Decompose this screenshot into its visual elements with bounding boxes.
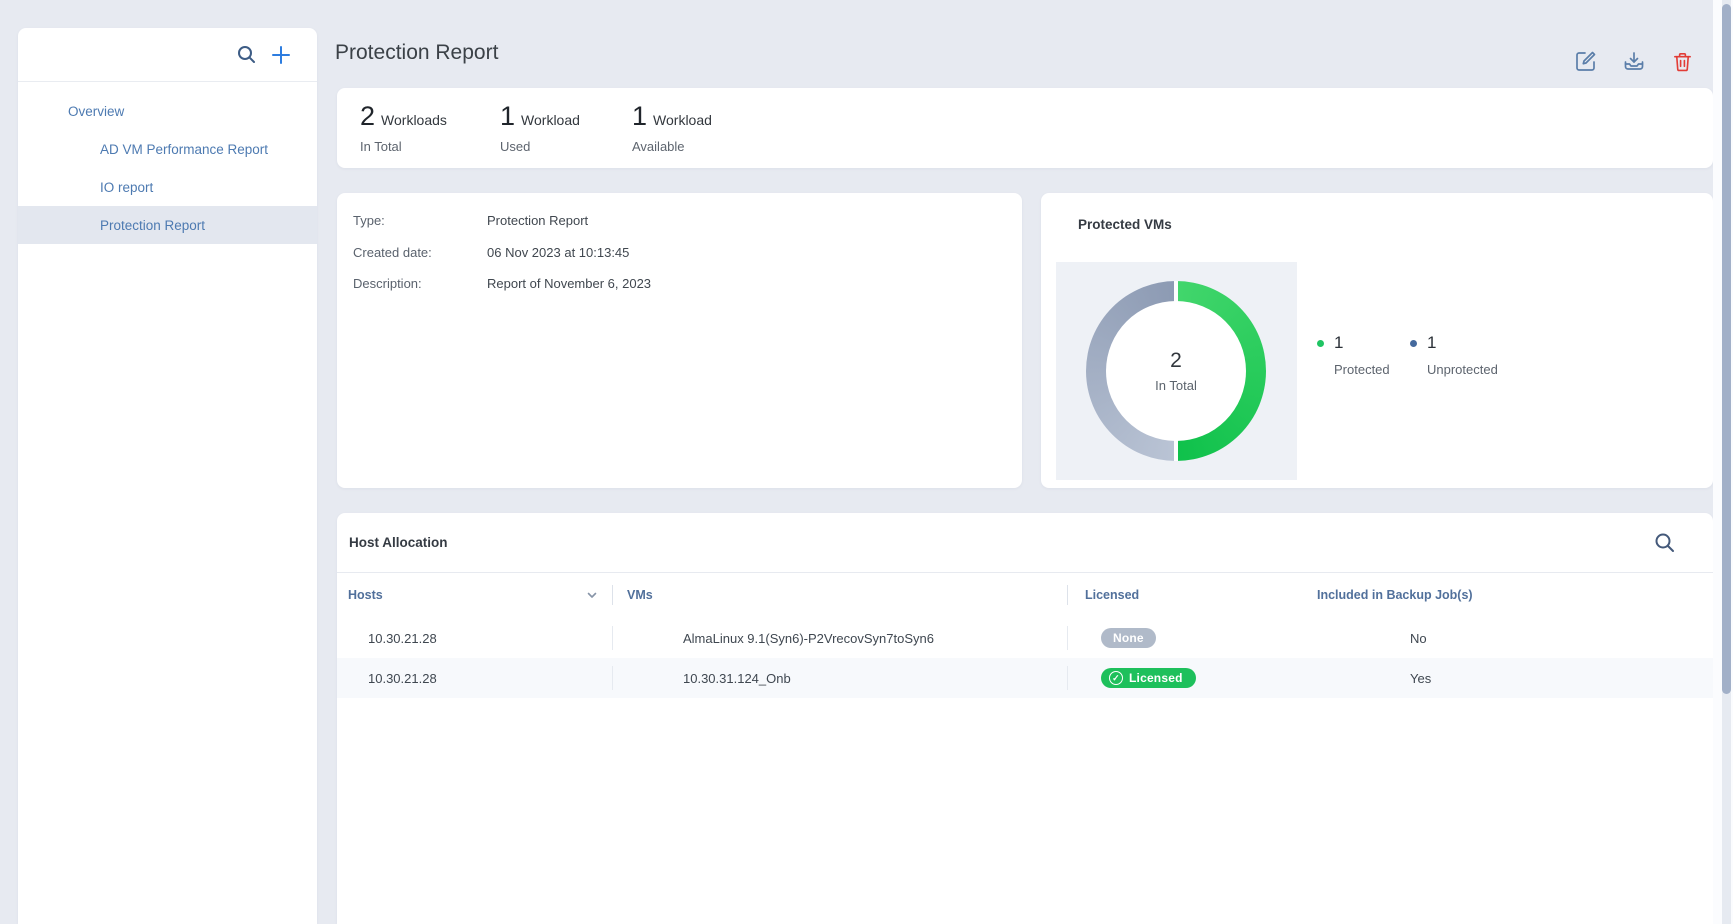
- report-details-card: Type: Protection Report Created date: 06…: [337, 193, 1022, 488]
- detail-value: Protection Report: [487, 213, 588, 228]
- legend-label: Unprotected: [1410, 362, 1498, 377]
- download-icon: [1623, 50, 1645, 72]
- table-row[interactable]: 10.30.21.28 AlmaLinux 9.1(Syn6)-P2Vrecov…: [337, 618, 1713, 658]
- cell-vm: AlmaLinux 9.1(Syn6)-P2VrecovSyn7toSyn6: [612, 618, 1067, 658]
- plus-icon[interactable]: [271, 45, 291, 65]
- stat-in-total: 2 Workloads In Total: [360, 101, 447, 154]
- sidebar-toolbar: [18, 28, 317, 82]
- scrollbar-thumb[interactable]: [1722, 4, 1731, 694]
- column-header-vms: VMs: [612, 572, 1067, 618]
- legend-dot-protected: [1317, 340, 1324, 347]
- protected-vms-donut-chart: 2 In Total: [1086, 281, 1266, 461]
- legend-value: 1: [1334, 333, 1343, 353]
- column-header-hosts[interactable]: Hosts: [337, 572, 612, 618]
- detail-row-created-date: Created date: 06 Nov 2023 at 10:13:45: [353, 245, 629, 260]
- cell-host: 10.30.21.28: [337, 658, 612, 698]
- header-actions: [1574, 49, 1694, 73]
- check-circle-icon: ✓: [1109, 671, 1123, 685]
- table-header: Hosts VMs Licensed Included in Backup Jo…: [337, 572, 1713, 618]
- legend-dot-unprotected: [1410, 340, 1417, 347]
- donut-chart-panel: 2 In Total: [1056, 262, 1297, 480]
- workload-summary-card: 2 Workloads In Total 1 Workload Used 1 W…: [337, 88, 1713, 168]
- stat-value: 1: [500, 101, 515, 132]
- table-search-button[interactable]: [1654, 532, 1675, 556]
- license-badge-none: None: [1101, 628, 1156, 648]
- legend-label: Protected: [1317, 362, 1390, 377]
- detail-value: Report of November 6, 2023: [487, 276, 651, 291]
- cell-licensed: ✓ Licensed: [1067, 658, 1300, 698]
- stat-unit: Workloads: [381, 112, 447, 128]
- sidebar-nav: Overview AD VM Performance Report IO rep…: [18, 82, 317, 244]
- search-icon[interactable]: [237, 45, 256, 64]
- sidebar-item-protection-report[interactable]: Protection Report: [18, 206, 317, 244]
- sidebar-item-ad-vm-performance-report[interactable]: AD VM Performance Report: [18, 130, 317, 168]
- host-allocation-card: Host Allocation Hosts VMs Licensed Inclu…: [337, 513, 1713, 924]
- cell-host: 10.30.21.28: [337, 618, 612, 658]
- donut-total-label: In Total: [1155, 378, 1197, 393]
- sidebar: Overview AD VM Performance Report IO rep…: [18, 28, 317, 924]
- column-header-included-in-backup-jobs: Included in Backup Job(s): [1300, 572, 1713, 618]
- legend-item-unprotected: 1 Unprotected: [1410, 333, 1498, 377]
- legend-item-protected: 1 Protected: [1317, 333, 1390, 377]
- detail-row-type: Type: Protection Report: [353, 213, 588, 228]
- cell-vm: 10.30.31.124_Onb: [612, 658, 1067, 698]
- stat-label: Available: [632, 139, 712, 154]
- search-icon: [1654, 532, 1675, 553]
- stat-used: 1 Workload Used: [500, 101, 580, 154]
- donut-total-value: 2: [1170, 349, 1182, 373]
- donut-segment-gap: [1174, 439, 1178, 461]
- license-badge-label: Licensed: [1129, 671, 1183, 685]
- page-title: Protection Report: [335, 41, 498, 65]
- table-row[interactable]: 10.30.21.28 10.30.31.124_Onb ✓ Licensed …: [337, 658, 1713, 698]
- export-button[interactable]: [1622, 49, 1646, 73]
- sidebar-item-overview[interactable]: Overview: [18, 92, 317, 130]
- detail-row-description: Description: Report of November 6, 2023: [353, 276, 651, 291]
- protected-vms-title: Protected VMs: [1078, 217, 1172, 232]
- protected-vms-card: Protected VMs 2 In Total 1 Protected 1 U…: [1041, 193, 1713, 488]
- stat-unit: Workload: [521, 112, 580, 128]
- edit-button[interactable]: [1574, 49, 1598, 73]
- delete-button[interactable]: [1670, 49, 1694, 73]
- stat-available: 1 Workload Available: [632, 101, 712, 154]
- stat-value: 1: [632, 101, 647, 132]
- chevron-down-icon[interactable]: [585, 588, 599, 602]
- cell-included: No: [1300, 618, 1713, 658]
- host-allocation-title: Host Allocation: [349, 535, 448, 550]
- sidebar-item-io-report[interactable]: IO report: [18, 168, 317, 206]
- legend-value: 1: [1427, 333, 1436, 353]
- detail-label: Created date:: [353, 245, 487, 260]
- cell-licensed: None: [1067, 618, 1300, 658]
- edit-icon: [1575, 50, 1597, 72]
- detail-label: Description:: [353, 276, 487, 291]
- donut-segment-gap: [1174, 281, 1178, 303]
- column-header-licensed: Licensed: [1067, 572, 1300, 618]
- stat-unit: Workload: [653, 112, 712, 128]
- stat-label: In Total: [360, 139, 447, 154]
- license-badge-licensed: ✓ Licensed: [1101, 668, 1196, 688]
- stat-label: Used: [500, 139, 580, 154]
- detail-label: Type:: [353, 213, 487, 228]
- cell-included: Yes: [1300, 658, 1713, 698]
- detail-value: 06 Nov 2023 at 10:13:45: [487, 245, 629, 260]
- donut-center: 2 In Total: [1106, 301, 1246, 441]
- trash-icon: [1672, 51, 1693, 72]
- stat-value: 2: [360, 101, 375, 132]
